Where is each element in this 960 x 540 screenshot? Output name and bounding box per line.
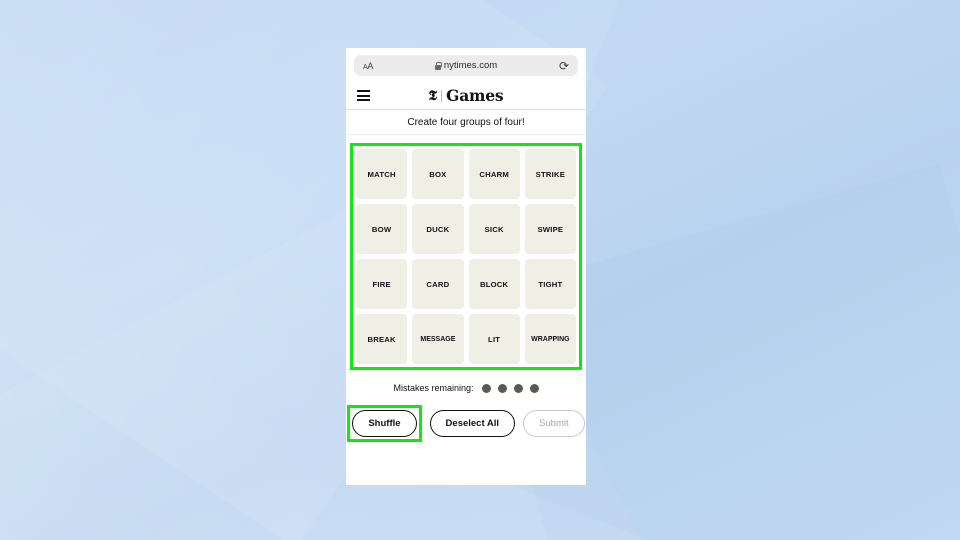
mistake-dot bbox=[481, 383, 491, 393]
mistake-dots bbox=[481, 383, 539, 393]
logo-text: Games bbox=[446, 85, 504, 105]
hamburger-menu-icon[interactable] bbox=[357, 90, 370, 101]
word-tile[interactable]: DUCK bbox=[412, 204, 464, 254]
shuffle-button[interactable]: Shuffle bbox=[352, 410, 417, 437]
nyt-t-icon: 𝕿 bbox=[428, 87, 438, 104]
url-text: nytimes.com bbox=[443, 60, 498, 71]
word-grid-highlight: MATCH BOX CHARM STRIKE BOW DUCK SICK SWI… bbox=[350, 143, 582, 370]
lock-icon bbox=[434, 61, 442, 70]
deselect-all-button[interactable]: Deselect All bbox=[429, 410, 516, 437]
shuffle-button-highlight: Shuffle bbox=[347, 405, 422, 442]
word-tile[interactable]: CHARM bbox=[468, 149, 520, 199]
word-tile[interactable]: BLOCK bbox=[468, 259, 520, 309]
reload-icon[interactable]: ⟳ bbox=[559, 60, 569, 72]
site-header: 𝕿 Games bbox=[346, 82, 586, 110]
word-grid: MATCH BOX CHARM STRIKE BOW DUCK SICK SWI… bbox=[356, 149, 576, 364]
mistakes-remaining: Mistakes remaining: bbox=[346, 383, 586, 393]
word-tile[interactable]: BREAK bbox=[356, 314, 408, 364]
submit-button[interactable]: Submit bbox=[523, 410, 585, 437]
word-tile[interactable]: SWIPE bbox=[524, 204, 576, 254]
word-tile[interactable]: LIT bbox=[468, 314, 520, 364]
address-bar[interactable]: AA nytimes.com ⟳ bbox=[354, 55, 578, 76]
word-tile[interactable]: STRIKE bbox=[524, 149, 576, 199]
word-tile[interactable]: FIRE bbox=[356, 259, 408, 309]
word-tile[interactable]: WRAPPING bbox=[524, 314, 576, 364]
mistake-dot bbox=[513, 383, 523, 393]
word-tile[interactable]: BOX bbox=[412, 149, 464, 199]
action-buttons: Shuffle Deselect All Submit bbox=[346, 405, 586, 442]
browser-toolbar: AA nytimes.com ⟳ bbox=[346, 48, 586, 82]
nyt-games-logo: 𝕿 Games bbox=[346, 88, 586, 104]
logo-divider bbox=[441, 89, 443, 102]
word-tile[interactable]: SICK bbox=[468, 204, 520, 254]
word-tile[interactable]: MATCH bbox=[356, 149, 408, 199]
phone-screen: AA nytimes.com ⟳ 𝕿 Games Create four gro… bbox=[346, 48, 586, 485]
mistake-dot bbox=[529, 383, 539, 393]
game-subtitle: Create four groups of four! bbox=[346, 110, 586, 135]
word-tile[interactable]: CARD bbox=[412, 259, 464, 309]
word-tile[interactable]: TIGHT bbox=[524, 259, 576, 309]
mistake-dot bbox=[497, 383, 507, 393]
word-tile[interactable]: MESSAGE bbox=[412, 314, 464, 364]
text-size-icon[interactable]: AA bbox=[363, 61, 373, 71]
word-tile[interactable]: BOW bbox=[356, 204, 408, 254]
mistakes-label: Mistakes remaining: bbox=[393, 383, 474, 393]
